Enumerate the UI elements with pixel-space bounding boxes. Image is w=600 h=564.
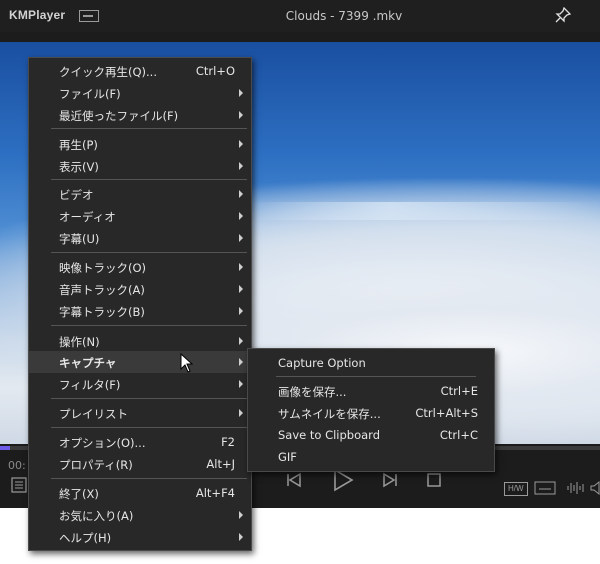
seek-progress: [0, 446, 10, 450]
submenu-arrow-icon: [239, 89, 243, 97]
menu-separator: [51, 252, 247, 253]
submenu-arrow-icon: [239, 511, 243, 519]
submenu-arrow-icon: [239, 337, 243, 345]
menu-item-control[interactable]: 操作(N): [29, 330, 251, 352]
menu-item-video-track[interactable]: 映像トラック(O): [29, 256, 251, 278]
submenu-item-gif[interactable]: GIF: [248, 446, 494, 468]
menu-item-capture[interactable]: キャプチャ: [29, 351, 251, 373]
menu-item-label: 字幕トラック(B): [59, 305, 145, 319]
time-display: 00:: [8, 459, 26, 472]
submenu-arrow-icon: [239, 285, 243, 293]
submenu-arrow-icon: [239, 212, 243, 220]
equalizer-icon[interactable]: [566, 480, 586, 496]
menu-item-shortcut: Ctrl+E: [440, 384, 478, 398]
menu-item-shortcut: Ctrl+Alt+S: [415, 406, 478, 420]
submenu-item-save-thumbnail[interactable]: サムネイルを保存... Ctrl+Alt+S: [248, 402, 494, 424]
menu-item-exit[interactable]: 終了(X) Alt+F4: [29, 482, 251, 504]
submenu-arrow-icon: [239, 380, 243, 388]
menu-item-playback[interactable]: 再生(P): [29, 133, 251, 155]
submenu-arrow-icon: [239, 358, 243, 366]
menu-item-label: 最近使ったファイル(F): [59, 109, 179, 123]
menu-item-file[interactable]: ファイル(F): [29, 82, 251, 104]
menu-item-label: 終了(X): [59, 487, 99, 501]
menu-item-label: 音声トラック(A): [59, 283, 145, 297]
submenu-arrow-icon: [239, 111, 243, 119]
menu-item-recent-files[interactable]: 最近使ったファイル(F): [29, 104, 251, 126]
submenu-arrow-icon: [239, 162, 243, 170]
hardware-decoding-badge[interactable]: H/W: [504, 482, 528, 496]
menu-separator: [51, 128, 247, 129]
menu-item-label: Save to Clipboard: [278, 428, 381, 442]
menu-item-shortcut: Alt+F4: [195, 486, 235, 500]
submenu-arrow-icon: [239, 234, 243, 242]
menu-item-video[interactable]: ビデオ: [29, 183, 251, 205]
menu-item-properties[interactable]: プロパティ(R) Alt+J: [29, 453, 251, 475]
menu-separator: [51, 398, 247, 399]
menu-item-label: GIF: [278, 450, 297, 464]
menu-item-playlist[interactable]: プレイリスト: [29, 402, 251, 424]
mouse-pointer-icon: [180, 353, 194, 373]
menu-separator: [51, 179, 247, 180]
menu-item-label: キャプチャ: [59, 356, 117, 370]
menu-item-subtitles[interactable]: 字幕(U): [29, 227, 251, 249]
window-title: Clouds - 7399 .mkv: [285, 9, 403, 23]
menu-item-label: オプション(O)...: [59, 436, 146, 450]
menu-item-label: お気に入り(A): [59, 509, 134, 523]
title-bar: KMPlayer Clouds - 7399 .mkv: [0, 0, 600, 32]
menu-separator: [51, 478, 247, 479]
menu-item-label: オーディオ: [59, 210, 116, 224]
playlist-icon[interactable]: [10, 476, 28, 494]
menu-item-shortcut: F2: [221, 435, 235, 449]
menu-item-label: 操作(N): [59, 335, 100, 349]
menu-item-shortcut: Ctrl+C: [439, 428, 478, 442]
submenu-arrow-icon: [239, 140, 243, 148]
menu-item-label: 字幕(U): [59, 232, 100, 246]
menu-separator: [51, 427, 247, 428]
menu-item-label: ビデオ: [59, 188, 94, 202]
menu-item-audio-track[interactable]: 音声トラック(A): [29, 278, 251, 300]
menu-item-options[interactable]: オプション(O)... F2: [29, 431, 251, 453]
context-menu: クイック再生(Q)... Ctrl+O ファイル(F) 最近使ったファイル(F)…: [28, 57, 252, 551]
menu-separator: [51, 325, 247, 326]
menu-item-label: Capture Option: [278, 356, 366, 370]
menu-item-favorites[interactable]: お気に入り(A): [29, 504, 251, 526]
menu-item-label: 画像を保存...: [278, 385, 347, 399]
menu-item-label: プレイリスト: [59, 407, 128, 421]
submenu-item-capture-option[interactable]: Capture Option: [248, 352, 494, 374]
capture-submenu: Capture Option 画像を保存... Ctrl+E サムネイルを保存.…: [247, 348, 495, 472]
menu-item-label: クイック再生(Q)...: [59, 65, 157, 79]
submenu-arrow-icon: [239, 190, 243, 198]
submenu-item-save-to-clipboard[interactable]: Save to Clipboard Ctrl+C: [248, 424, 494, 446]
menu-item-audio[interactable]: オーディオ: [29, 205, 251, 227]
subtitle-toggle-icon[interactable]: [534, 480, 556, 496]
menu-item-quick-play[interactable]: クイック再生(Q)... Ctrl+O: [29, 60, 251, 82]
menu-item-label: ファイル(F): [59, 87, 121, 101]
menu-item-label: 表示(V): [59, 160, 99, 174]
menu-item-label: 映像トラック(O): [59, 261, 147, 275]
video-frame-detail: [250, 202, 600, 220]
submenu-arrow-icon: [239, 263, 243, 271]
menu-item-label: プロパティ(R): [59, 458, 133, 472]
volume-icon[interactable]: [590, 480, 600, 496]
menu-item-shortcut: Ctrl+O: [195, 64, 235, 78]
submenu-arrow-icon: [239, 307, 243, 315]
menu-separator: [276, 376, 476, 377]
menu-item-subtitle-track[interactable]: 字幕トラック(B): [29, 300, 251, 322]
menu-item-help[interactable]: ヘルプ(H): [29, 526, 251, 548]
menu-item-shortcut: Alt+J: [206, 457, 235, 471]
submenu-arrow-icon: [239, 409, 243, 417]
menu-item-label: サムネイルを保存...: [278, 407, 381, 421]
pin-icon[interactable]: [555, 7, 571, 23]
menu-item-label: ヘルプ(H): [59, 531, 112, 545]
menu-item-label: 再生(P): [59, 138, 98, 152]
submenu-arrow-icon: [239, 533, 243, 541]
submenu-item-save-image[interactable]: 画像を保存... Ctrl+E: [248, 380, 494, 402]
menu-item-view[interactable]: 表示(V): [29, 155, 251, 177]
menu-item-filter[interactable]: フィルタ(F): [29, 373, 251, 395]
menu-item-label: フィルタ(F): [59, 378, 121, 392]
